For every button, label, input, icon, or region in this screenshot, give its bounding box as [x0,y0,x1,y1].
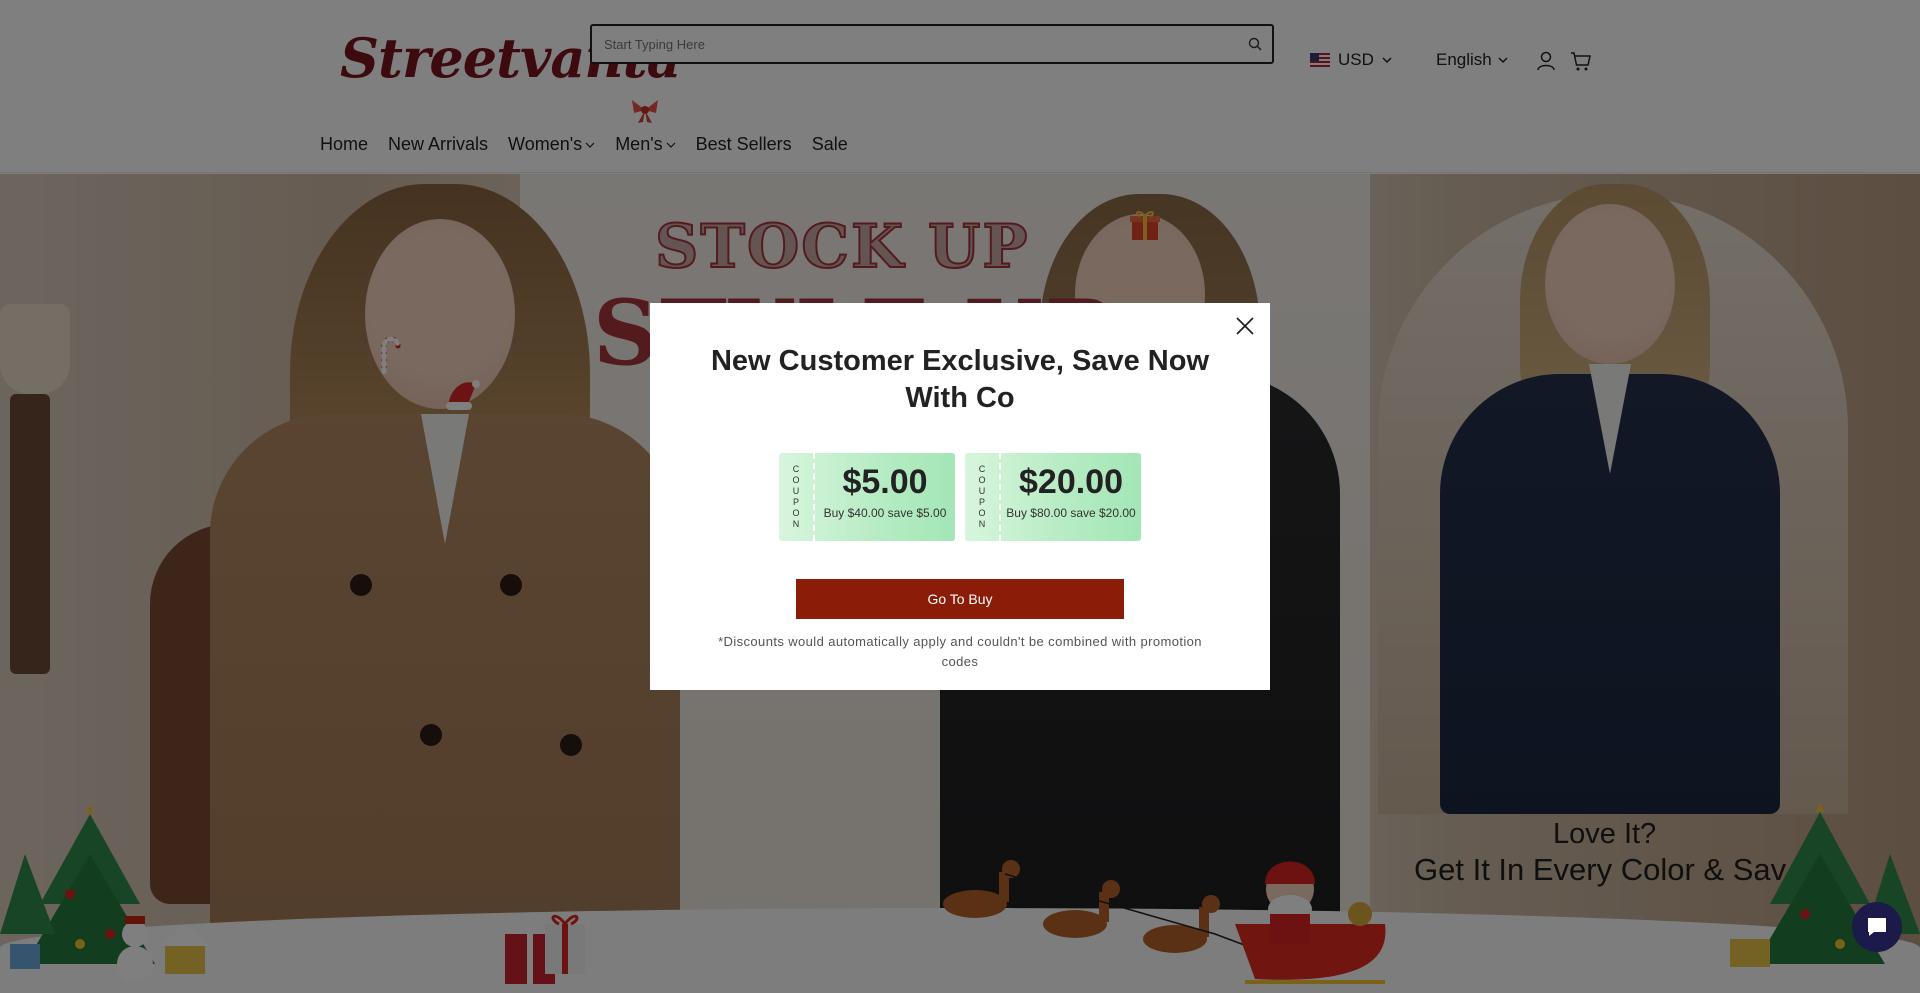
modal-title: New Customer Exclusive, Save Now With Co [710,345,1210,414]
coupon-card: C O U P O N $5.00 Buy $40.00 save $5.00 [779,453,955,541]
coupon-description: Buy $40.00 save $5.00 [823,506,947,520]
coupon-amount: $20.00 [1019,463,1123,501]
coupon-card: C O U P O N $20.00 Buy $80.00 save $20.0… [965,453,1141,541]
new-customer-modal: New Customer Exclusive, Save Now With Co… [650,303,1270,690]
coupon-description: Buy $80.00 save $20.00 [1006,506,1136,520]
discount-disclaimer: *Discounts would automatically apply and… [718,634,1202,669]
go-to-buy-button[interactable]: Go To Buy [796,579,1124,619]
chat-bubble-icon [1868,918,1886,936]
coupon-amount: $5.00 [842,463,928,501]
coupon-side-label: C O U P O N [965,453,1001,541]
coupon-side-label: C O U P O N [779,453,815,541]
close-icon[interactable] [1232,313,1258,339]
chat-button[interactable] [1852,902,1902,952]
